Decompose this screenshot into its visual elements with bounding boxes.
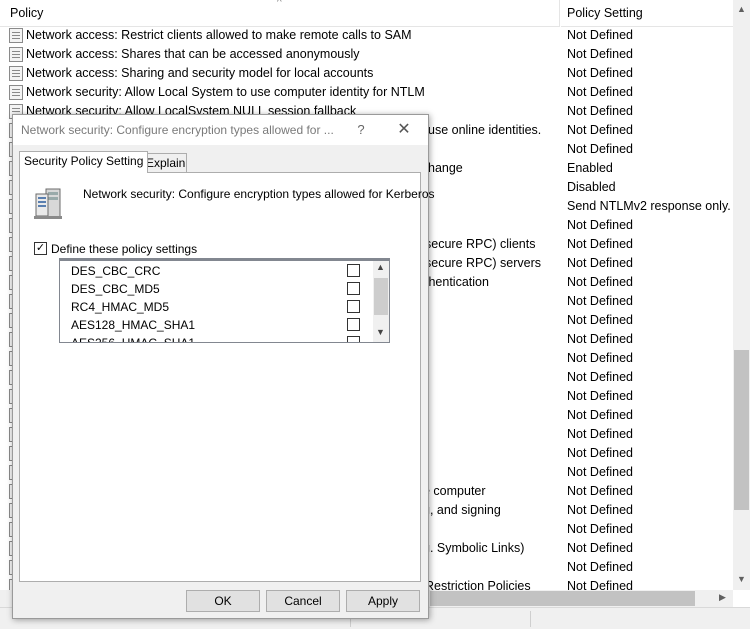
status-separator	[530, 611, 531, 627]
policy-name: e computer	[423, 484, 486, 498]
apply-button[interactable]: Apply	[346, 590, 420, 612]
server-icon	[34, 188, 62, 219]
encryption-type-item[interactable]: DES_CBC_CRC	[60, 261, 372, 279]
dialog-titlebar[interactable]: Network security: Configure encryption t…	[13, 115, 428, 145]
policy-name: Network access: Restrict clients allowed…	[26, 28, 412, 42]
policy-setting-value: Not Defined	[567, 332, 634, 346]
define-policy-checkbox[interactable]: ✓	[34, 242, 47, 255]
policy-setting-value: Not Defined	[567, 389, 634, 403]
encryption-type-item[interactable]: AES256_HMAC_SHA1	[60, 333, 372, 343]
policy-name: secure RPC) clients	[425, 237, 536, 251]
policy-setting-value: Not Defined	[567, 28, 634, 42]
policy-setting-value: Not Defined	[567, 503, 634, 517]
policy-setting-value: Not Defined	[567, 427, 634, 441]
policy-setting-value: Send NTLMv2 response only. Re	[567, 199, 750, 213]
policy-setting-value: Not Defined	[567, 408, 634, 422]
policy-name: Network access: Shares that can be acces…	[26, 47, 360, 61]
table-row[interactable]: Network access: Sharing and security mod…	[0, 64, 733, 83]
encryption-type-label: DES_CBC_MD5	[71, 282, 160, 296]
policy-setting-value: Not Defined	[567, 237, 634, 251]
policy-name: g. Symbolic Links)	[423, 541, 525, 555]
encryption-type-checkbox[interactable]	[347, 282, 360, 295]
policy-setting-value: Not Defined	[567, 465, 634, 479]
encryption-list-scrollbar[interactable]: ▲ ▼	[373, 261, 389, 342]
define-policy-label[interactable]: Define these policy settings	[51, 242, 197, 256]
encryption-type-item[interactable]: RC4_HMAC_MD5	[60, 297, 372, 315]
encryption-type-item[interactable]: AES128_HMAC_SHA1	[60, 315, 372, 333]
encryption-type-item[interactable]: DES_CBC_MD5	[60, 279, 372, 297]
policy-setting-value: Not Defined	[567, 104, 634, 118]
encryption-type-label: RC4_HMAC_MD5	[71, 300, 170, 314]
column-header-policy-label: Policy	[10, 6, 44, 20]
dialog-title: Network security: Configure encryption t…	[21, 123, 334, 137]
list-scroll-down-icon[interactable]: ▼	[376, 327, 385, 337]
vertical-scrollbar[interactable]: ▲ ▼	[733, 0, 750, 590]
encryption-type-label: DES_CBC_CRC	[71, 264, 161, 278]
policy-document-icon	[9, 66, 23, 81]
policy-name: g, and signing	[423, 503, 501, 517]
policy-setting-value: Not Defined	[567, 560, 634, 574]
policy-name: Network access: Sharing and security mod…	[26, 66, 374, 80]
encryption-types-list[interactable]: DES_CBC_CRC DES_CBC_MD5 RC4_HMAC_MD5 AES128…	[59, 258, 390, 343]
scroll-right-icon[interactable]: ▶	[719, 592, 726, 603]
encryption-type-checkbox[interactable]	[347, 318, 360, 331]
tab-panel: Network security: Configure encryption t…	[19, 172, 435, 582]
table-row[interactable]: Network security: Allow Local System to …	[0, 83, 733, 102]
policy-setting-value: Not Defined	[567, 351, 634, 365]
policy-properties-dialog: Network security: Configure encryption t…	[12, 114, 435, 619]
close-icon[interactable]: ✕	[393, 119, 415, 141]
sort-arrow-icon: ^	[277, 0, 282, 8]
encryption-type-label: AES256_HMAC_SHA1	[71, 336, 196, 343]
table-row[interactable]: Network access: Shares that can be acces…	[0, 45, 733, 64]
encryption-type-label: AES128_HMAC_SHA1	[71, 318, 196, 332]
scroll-down-icon[interactable]: ▼	[737, 574, 746, 584]
policy-setting-value: Not Defined	[567, 370, 634, 384]
policy-document-icon	[9, 85, 23, 100]
policy-setting-value: Not Defined	[567, 446, 634, 460]
policy-setting-value: Not Defined	[567, 484, 634, 498]
policy-name: hange	[428, 161, 463, 175]
policy-setting-value: Not Defined	[567, 85, 634, 99]
encryption-type-checkbox[interactable]	[347, 264, 360, 277]
column-header-setting[interactable]: Policy Setting	[561, 0, 733, 27]
policy-setting-value: Not Defined	[567, 256, 634, 270]
policy-setting-value: Not Defined	[567, 294, 634, 308]
cancel-button[interactable]: Cancel	[266, 590, 340, 612]
policy-setting-value: Not Defined	[567, 275, 634, 289]
scroll-up-icon[interactable]: ▲	[737, 4, 746, 14]
vertical-scroll-thumb[interactable]	[734, 350, 749, 510]
policy-setting-value: Not Defined	[567, 313, 634, 327]
policy-setting-value: Not Defined	[567, 66, 634, 80]
policy-setting-value: Not Defined	[567, 47, 634, 61]
list-scroll-thumb[interactable]	[374, 278, 388, 315]
policy-setting-value: Not Defined	[567, 123, 634, 137]
policy-setting-value: Not Defined	[567, 142, 634, 156]
policy-name: thentication	[425, 275, 489, 289]
ok-button[interactable]: OK	[186, 590, 260, 612]
policy-setting-value: Not Defined	[567, 218, 634, 232]
policy-name: Network security: Allow Local System to …	[26, 85, 425, 99]
column-header-setting-label: Policy Setting	[567, 6, 643, 20]
policy-document-icon	[9, 28, 23, 43]
encryption-type-checkbox[interactable]	[347, 300, 360, 313]
policy-setting-value: Not Defined	[567, 541, 634, 555]
table-row[interactable]: Network access: Restrict clients allowed…	[0, 26, 733, 45]
policy-name: use online identities.	[428, 123, 542, 137]
help-icon[interactable]: ?	[351, 119, 371, 141]
encryption-type-checkbox[interactable]	[347, 336, 360, 342]
horizontal-scroll-thumb[interactable]	[430, 591, 695, 606]
policy-setting-value: Not Defined	[567, 522, 634, 536]
policy-document-icon	[9, 47, 23, 62]
tab-security-policy-setting[interactable]: Security Policy Setting	[19, 151, 149, 173]
policy-setting-value: Enabled	[567, 161, 613, 175]
list-scroll-up-icon[interactable]: ▲	[376, 262, 385, 272]
policy-setting-value: Disabled	[567, 180, 616, 194]
policy-title: Network security: Configure encryption t…	[83, 187, 435, 201]
policy-name: secure RPC) servers	[425, 256, 541, 270]
